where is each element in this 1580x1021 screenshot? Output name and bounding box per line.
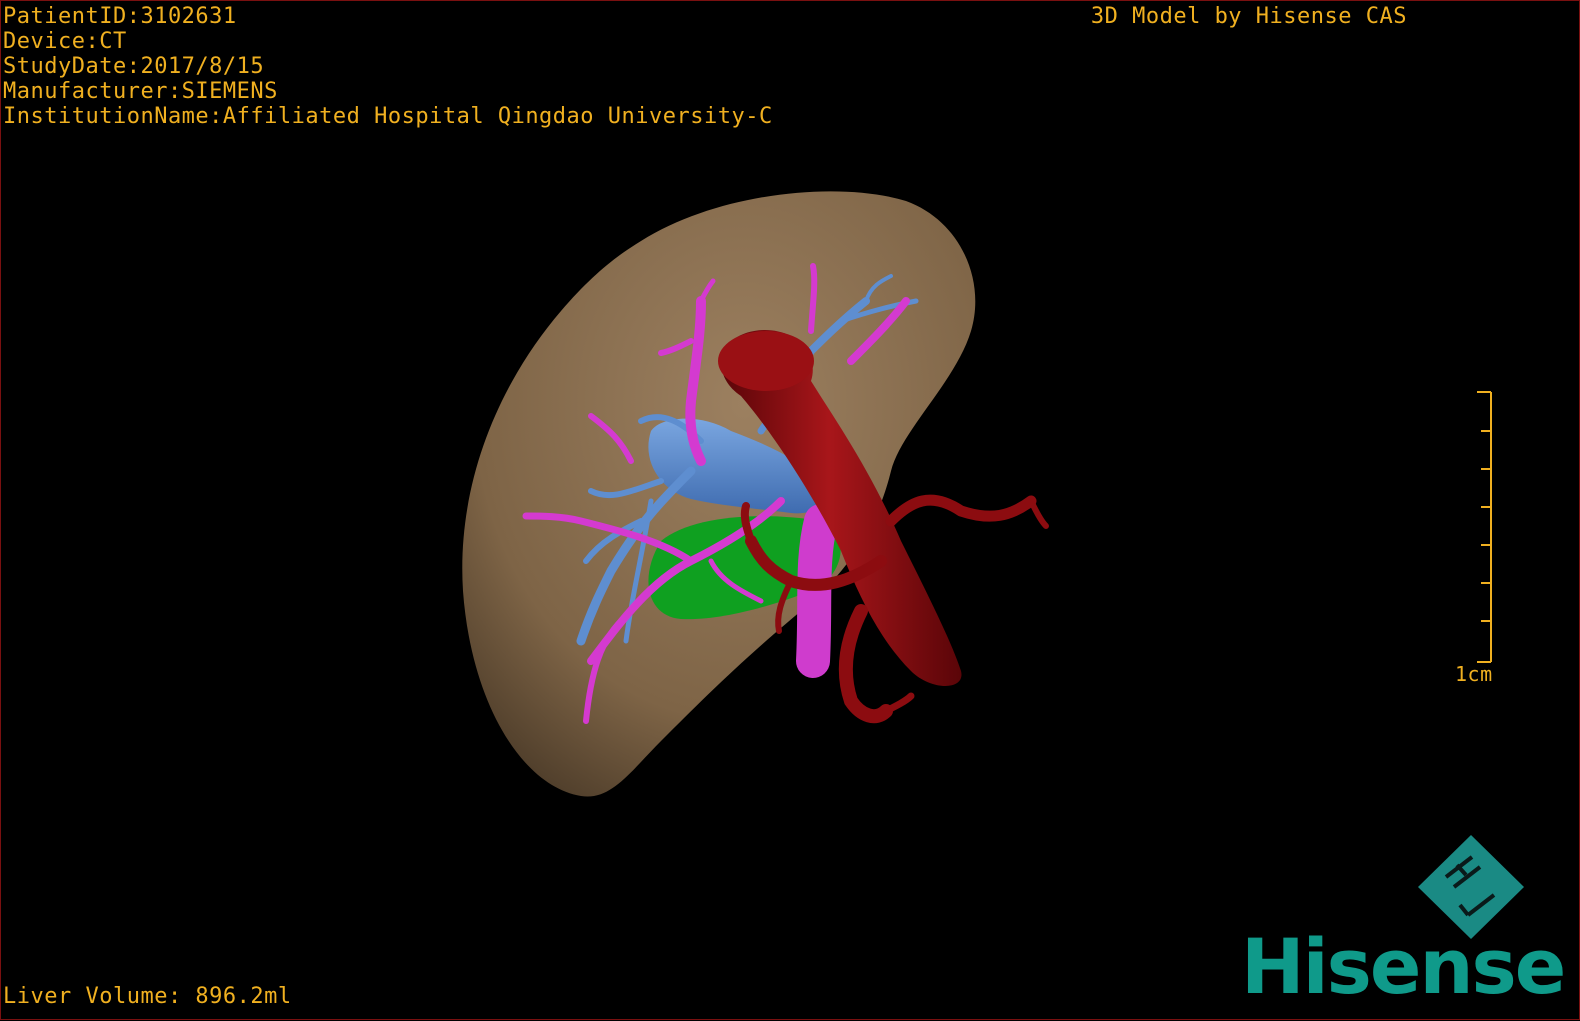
study-date-label: StudyDate:2017/8/15	[3, 54, 265, 79]
3d-viewport[interactable]: PatientID:3102631 Device:CT StudyDate:20…	[0, 0, 1580, 1020]
patient-id-label: PatientID:3102631	[3, 4, 237, 29]
institution-label: InstitutionName:Affiliated Hospital Qing…	[3, 104, 773, 129]
manufacturer-label: Manufacturer:SIEMENS	[3, 79, 278, 104]
liver-volume-label: Liver Volume: 896.2ml	[3, 984, 292, 1009]
scale-bar-label: 1cm	[1455, 662, 1493, 686]
hisense-logo: Hisense	[1241, 831, 1576, 1011]
study-info-block: PatientID:3102631 Device:CT StudyDate:20…	[3, 4, 773, 129]
device-label: Device:CT	[3, 29, 127, 54]
model-caption: 3D Model by Hisense CAS	[1090, 4, 1407, 29]
scale-bar	[1477, 391, 1492, 663]
hisense-wordmark: Hisense	[1241, 922, 1566, 1011]
aorta-top-opening	[718, 331, 814, 391]
